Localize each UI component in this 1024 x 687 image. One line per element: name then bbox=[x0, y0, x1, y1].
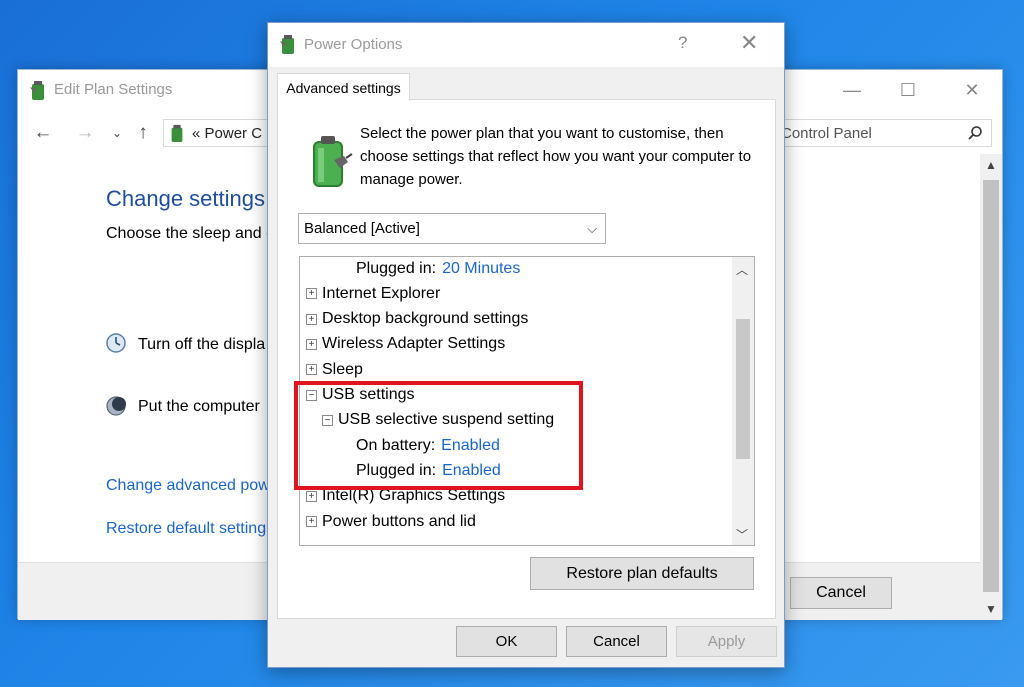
tab-advanced-settings[interactable]: Advanced settings bbox=[277, 73, 410, 101]
minimize-button[interactable]: — bbox=[820, 70, 884, 110]
tree-item-value[interactable]: 20 Minutes bbox=[442, 260, 520, 278]
tree-item[interactable]: + Sleep bbox=[306, 357, 363, 382]
tree-item[interactable]: − USB selective suspend setting bbox=[322, 408, 554, 433]
tree-item[interactable]: − USB settings bbox=[306, 383, 414, 408]
tree-item[interactable]: Plugged in: Enabled bbox=[356, 458, 501, 483]
tree-item-label: Plugged in: bbox=[356, 461, 437, 479]
tree-item[interactable]: + Wireless Adapter Settings bbox=[306, 332, 505, 357]
help-icon[interactable]: ? bbox=[678, 33, 687, 53]
tree-item-value[interactable]: Enabled bbox=[442, 462, 501, 480]
tree-item-label: Sleep bbox=[322, 360, 363, 378]
chevron-down-icon: ⌵ bbox=[587, 221, 597, 236]
tree-item[interactable]: + Internet Explorer bbox=[306, 281, 440, 306]
tree-item-label: USB selective suspend setting bbox=[338, 411, 555, 429]
address-text: « Power C bbox=[192, 124, 263, 142]
sleep-icon bbox=[106, 396, 126, 416]
expand-icon[interactable]: + bbox=[306, 288, 317, 300]
scroll-thumb[interactable] bbox=[983, 180, 999, 592]
expand-icon[interactable]: + bbox=[306, 364, 317, 376]
page-heading: Change settings bbox=[106, 186, 265, 211]
power-options-dialog: Power Options ? ✕ Advanced settings Sele… bbox=[267, 22, 785, 668]
display-icon bbox=[106, 333, 126, 353]
scroll-down-icon[interactable]: ﹀ bbox=[736, 526, 748, 543]
cancel-button[interactable]: Cancel bbox=[790, 577, 892, 609]
tree-item-label: Internet Explorer bbox=[322, 284, 441, 302]
tree-item-label: Desktop background settings bbox=[322, 310, 529, 328]
scroll-up-icon[interactable]: ︿ bbox=[736, 261, 748, 278]
expand-icon[interactable]: + bbox=[306, 338, 317, 350]
scroll-up-icon[interactable]: ▲ bbox=[985, 158, 997, 172]
power-options-icon bbox=[171, 124, 183, 142]
close-icon[interactable]: ✕ bbox=[740, 30, 758, 56]
power-options-icon bbox=[30, 81, 44, 100]
collapse-icon[interactable]: − bbox=[322, 414, 333, 426]
tree-item[interactable]: On battery: Enabled bbox=[356, 433, 500, 458]
advanced-settings-panel: Select the power plan that you want to c… bbox=[277, 99, 776, 619]
expand-icon[interactable]: + bbox=[306, 313, 317, 325]
search-box[interactable]: Control Panel bbox=[770, 119, 992, 147]
power-options-icon bbox=[280, 35, 294, 54]
restore-plan-defaults-button[interactable]: Restore plan defaults bbox=[530, 557, 754, 590]
display-setting-label: Turn off the displa bbox=[138, 336, 266, 353]
dialog-description: Select the power plan that you want to c… bbox=[360, 125, 752, 188]
sleep-setting-label: Put the computer bbox=[138, 398, 260, 415]
tree-item-label: Intel(R) Graphics Settings bbox=[322, 487, 506, 505]
dialog-title-bar[interactable]: Power Options ? ✕ bbox=[268, 23, 784, 67]
cancel-button[interactable]: Cancel bbox=[566, 626, 667, 657]
tree-item[interactable]: + Intel(R) Graphics Settings bbox=[306, 484, 505, 509]
forward-arrow-icon[interactable]: → bbox=[72, 120, 98, 146]
tree-item[interactable]: + Desktop background settings bbox=[306, 307, 528, 332]
tree-item-label: On battery: bbox=[356, 436, 436, 454]
tree-item-label: USB settings bbox=[322, 386, 415, 403]
dialog-title: Power Options bbox=[304, 36, 403, 53]
scroll-thumb[interactable] bbox=[736, 319, 750, 459]
tree-item-label: Power buttons and lid bbox=[322, 512, 476, 530]
tree-item-label: Wireless Adapter Settings bbox=[322, 335, 506, 353]
tree-scrollbar[interactable]: ︿ ﹀ bbox=[732, 257, 754, 545]
search-icon[interactable] bbox=[967, 125, 983, 141]
scrollbar[interactable]: ▲ ▼ bbox=[980, 154, 1002, 620]
window-title: Edit Plan Settings bbox=[54, 81, 173, 98]
collapse-icon[interactable]: − bbox=[306, 389, 317, 401]
close-button[interactable]: ✕ bbox=[940, 70, 1004, 110]
advanced-settings-link[interactable]: Change advanced pow bbox=[106, 477, 270, 495]
chevron-down-icon[interactable]: ⌄ bbox=[104, 120, 130, 146]
back-arrow-icon[interactable]: ← bbox=[30, 120, 56, 146]
expand-icon[interactable]: + bbox=[306, 490, 317, 502]
battery-plug-icon bbox=[313, 136, 353, 187]
tree-item-label: Plugged in: bbox=[356, 259, 437, 277]
selected-plan: Balanced [Active] bbox=[304, 220, 420, 237]
restore-defaults-link[interactable]: Restore default settings bbox=[106, 520, 274, 538]
maximize-button[interactable]: ☐ bbox=[876, 70, 940, 110]
power-plan-select[interactable]: Balanced [Active] ⌵ bbox=[298, 213, 606, 244]
apply-button[interactable]: Apply bbox=[676, 626, 777, 657]
expand-icon[interactable]: + bbox=[306, 516, 317, 527]
settings-tree[interactable]: Plugged in: 20 Minutes + Internet Explorer +… bbox=[299, 256, 755, 546]
up-arrow-icon[interactable]: ↑ bbox=[130, 120, 156, 146]
scroll-down-icon[interactable]: ▼ bbox=[985, 602, 997, 616]
tree-item[interactable]: + Power buttons and lid bbox=[306, 509, 476, 534]
tree-item-value[interactable]: Enabled bbox=[441, 437, 500, 455]
search-text: Control Panel bbox=[781, 124, 872, 142]
tree-item[interactable]: Plugged in: 20 Minutes bbox=[356, 257, 520, 281]
page-subtext: Choose the sleep and c bbox=[106, 225, 275, 242]
ok-button[interactable]: OK bbox=[456, 626, 557, 657]
